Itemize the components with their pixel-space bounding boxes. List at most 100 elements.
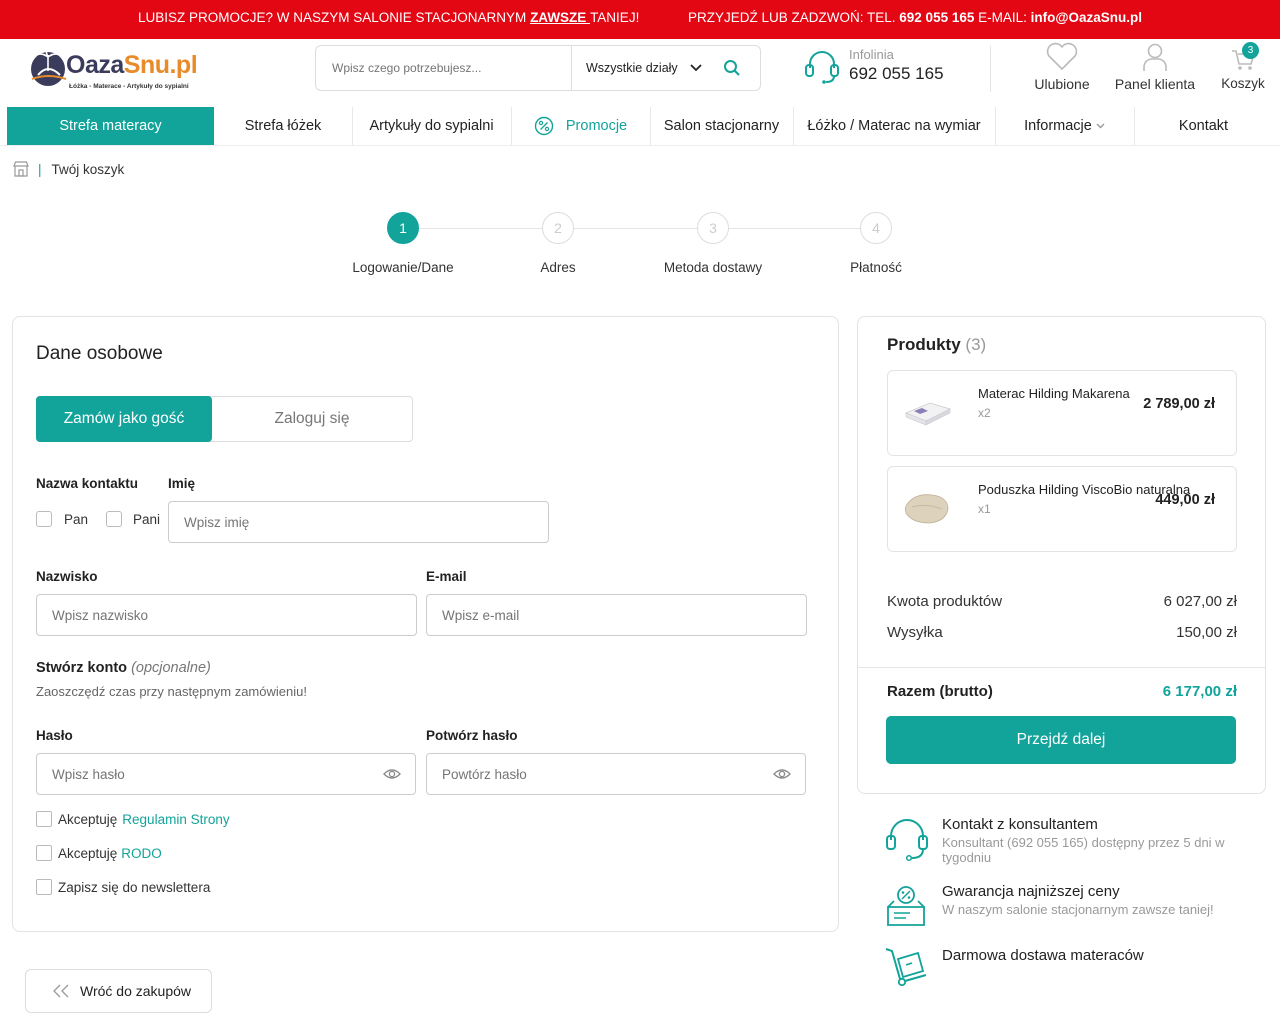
- search-icon: [724, 60, 740, 76]
- password-field-wrap: [36, 753, 416, 795]
- guest-tab-label: Zamów jako gość: [63, 410, 185, 427]
- benefit-consultant: Kontakt z konsultantem Konsultant (692 0…: [884, 816, 1254, 866]
- confirm-password-input[interactable]: [427, 754, 805, 794]
- step-3-circle: 3: [697, 212, 729, 244]
- first-name-label: Imię: [168, 476, 196, 491]
- nav-label: Salon stacjonarny: [663, 118, 780, 134]
- search-input[interactable]: [316, 46, 571, 90]
- cart-count-badge: 3: [1242, 42, 1259, 59]
- logo[interactable]: OazaSnu.pl Łóżka - Materace - Artykuły d…: [30, 45, 215, 93]
- cart-item[interactable]: Materac Hilding Makarena x2 2 789,00 zł: [887, 370, 1237, 456]
- pani-checkbox[interactable]: [106, 511, 122, 527]
- terms-link[interactable]: Regulamin Strony: [122, 812, 229, 827]
- total-row: Razem (brutto) 6 177,00 zł: [887, 683, 1237, 700]
- favorites-label: Ulubione: [1034, 76, 1090, 92]
- promo-email-label: E-MAIL:: [974, 10, 1031, 25]
- header-divider: [990, 46, 991, 92]
- summary-title: Produkty (3): [887, 335, 986, 355]
- search-button[interactable]: [712, 59, 752, 77]
- accept-terms-label: Akceptuję: [58, 811, 118, 827]
- email-label: E-mail: [426, 569, 467, 584]
- promo-text-suffix: TANIEJ!: [590, 10, 640, 25]
- continue-label: Przejdź dalej: [1016, 731, 1106, 748]
- create-account-subtitle: Zaoszczędź czas przy następnym zamówieni…: [36, 684, 307, 699]
- nav-item-custom-size[interactable]: Łóżko / Materac na wymiar: [793, 107, 995, 145]
- favorites-button[interactable]: Ulubione: [1030, 42, 1094, 92]
- step-number: 3: [709, 220, 717, 236]
- terms-checkbox-box[interactable]: [36, 811, 52, 827]
- pan-checkbox[interactable]: [36, 511, 52, 527]
- nav-item-contact[interactable]: Kontakt: [1134, 107, 1273, 145]
- breadcrumb-current: Twój koszyk: [51, 161, 125, 177]
- cart-item[interactable]: Poduszka Hilding ViscoBio naturalna x1 4…: [887, 466, 1237, 552]
- pani-radio[interactable]: Pani: [106, 511, 160, 527]
- account-label: Panel klienta: [1114, 76, 1196, 92]
- percent-icon: [534, 116, 554, 136]
- nav-label: Artykuły do sypialni: [369, 118, 494, 134]
- heart-icon: [1046, 42, 1078, 70]
- promo-phone[interactable]: 692 055 165: [899, 10, 974, 25]
- breadcrumb: | Twój koszyk: [12, 160, 124, 178]
- promo-contact-text: PRZYJEDŹ LUB ZADZWOŃ: TEL.: [688, 10, 900, 25]
- pan-radio[interactable]: Pan: [36, 511, 88, 527]
- guest-tab[interactable]: Zamów jako gość: [36, 396, 212, 442]
- nav-label: Promocje: [565, 118, 628, 134]
- back-label: Wróć do zakupów: [80, 983, 192, 999]
- hotline-phone[interactable]: 692 055 165: [849, 64, 944, 84]
- promo-email[interactable]: info@OazaSnu.pl: [1031, 10, 1142, 25]
- account-button[interactable]: Panel klienta: [1114, 42, 1196, 92]
- promo-bar: LUBISZ PROMOCJE? W NASZYM SALONIE STACJO…: [0, 0, 1280, 39]
- login-tab-label: Zaloguj się: [274, 410, 350, 427]
- last-name-input[interactable]: [37, 595, 416, 635]
- back-to-shop-button[interactable]: Wróć do zakupów: [25, 969, 212, 1013]
- hand-truck-icon: [885, 948, 927, 987]
- nav-item-beds[interactable]: Strefa łóżek: [214, 107, 352, 145]
- benefit-description: W naszym salonie stacjonarnym zawsze tan…: [942, 902, 1214, 917]
- category-select[interactable]: Wszystkie działy: [572, 61, 712, 75]
- benefit-lowest-price: Gwarancja najniższej ceny W naszym salon…: [884, 883, 1254, 929]
- password-input[interactable]: [37, 754, 415, 794]
- store-icon[interactable]: [12, 160, 30, 178]
- nav-item-mattresses[interactable]: Strefa materacy: [7, 107, 214, 145]
- nav-item-showroom[interactable]: Salon stacjonarny: [650, 107, 793, 145]
- newsletter-checkbox-box[interactable]: [36, 879, 52, 895]
- nav-label: Informacje: [1024, 118, 1092, 134]
- create-account-title: Stwórz konto (opcjonalne): [36, 660, 211, 676]
- total-label: Razem (brutto): [887, 683, 993, 700]
- nav-item-information[interactable]: Informacje: [995, 107, 1134, 145]
- headset-icon: [886, 819, 928, 862]
- step-number: 1: [399, 220, 407, 236]
- product-price: 449,00 zł: [1155, 492, 1215, 508]
- cart-label: Koszyk: [1221, 76, 1265, 91]
- first-name-input[interactable]: [169, 502, 548, 542]
- optional-label: (opcjonalne): [131, 660, 211, 676]
- step-4-circle: 4: [860, 212, 892, 244]
- rodo-link[interactable]: RODO: [121, 846, 162, 861]
- promo-emphasis: ZAWSZE: [530, 10, 591, 25]
- summary-count: (3): [965, 335, 987, 354]
- continue-button[interactable]: Przejdź dalej: [886, 716, 1236, 764]
- cart-button[interactable]: Koszyk 3: [1219, 42, 1267, 91]
- logo-text: OazaSnu.pl: [66, 51, 198, 80]
- product-name[interactable]: Materac Hilding Makarena: [978, 386, 1130, 401]
- email-input[interactable]: [427, 595, 806, 635]
- products-total-value: 6 027,00 zł: [1163, 593, 1237, 610]
- rodo-checkbox-box[interactable]: [36, 845, 52, 861]
- eye-icon[interactable]: [383, 767, 401, 781]
- accept-terms-checkbox[interactable]: Akceptuję Regulamin Strony: [36, 811, 230, 827]
- nav-item-bedroom-items[interactable]: Artykuły do sypialni: [352, 107, 511, 145]
- contact-label: Nazwa kontaktu: [36, 476, 139, 491]
- pan-label: Pan: [64, 511, 89, 527]
- pani-label: Pani: [133, 511, 161, 527]
- nav-label: Łóżko / Materac na wymiar: [807, 118, 981, 134]
- newsletter-checkbox[interactable]: Zapisz się do newslettera: [36, 879, 210, 895]
- accept-rodo-checkbox[interactable]: Akceptuję RODO: [36, 845, 162, 861]
- logo-tagline: Łóżka - Materace - Artykuły do sypialni: [69, 83, 189, 90]
- login-tab[interactable]: Zaloguj się: [212, 397, 412, 441]
- nav-item-promotions[interactable]: Promocje: [511, 107, 650, 145]
- breadcrumb-separator: |: [38, 161, 42, 177]
- eye-icon[interactable]: [773, 767, 791, 781]
- promo-right: PRZYJEDŹ LUB ZADZWOŃ: TEL. 692 055 165 E…: [688, 10, 1142, 25]
- chevron-down-icon: [690, 64, 702, 72]
- products-total-label: Kwota produktów: [887, 593, 1003, 610]
